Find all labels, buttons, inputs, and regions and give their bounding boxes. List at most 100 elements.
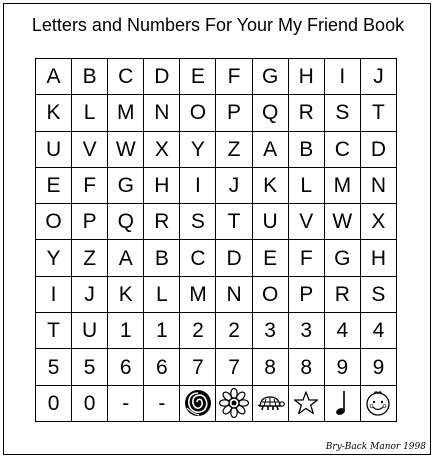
grid-cell: M	[180, 276, 217, 314]
grid-cell: N	[216, 276, 253, 314]
grid-cell: U	[36, 131, 73, 168]
grid-cell: V	[72, 131, 109, 168]
grid-cell-icon	[288, 385, 325, 422]
grid-cell: I	[324, 59, 361, 96]
grid-cell: F	[216, 59, 253, 96]
grid-cell: C	[324, 131, 361, 168]
music-note-icon	[332, 388, 352, 418]
grid-cell: 0	[72, 385, 109, 422]
grid-cell: -	[144, 385, 181, 422]
star-icon	[293, 390, 319, 416]
grid-cell: M	[324, 167, 361, 205]
grid-cell: Q	[252, 95, 289, 132]
grid-cell: 7	[216, 349, 253, 386]
grid-cell: P	[72, 204, 109, 241]
grid-cell: A	[108, 240, 145, 277]
grid-cell: 6	[144, 349, 181, 386]
grid-cell: U	[252, 204, 289, 241]
grid-cell: X	[360, 204, 397, 241]
grid-cell: W	[324, 204, 361, 241]
smiley-face-icon	[365, 389, 391, 417]
grid-cell: D	[216, 240, 253, 277]
grid-cell: B	[144, 240, 181, 277]
grid-cell: H	[360, 240, 397, 277]
grid-cell: P	[216, 95, 253, 132]
grid-cell: N	[144, 95, 181, 132]
grid-cell: H	[144, 167, 181, 205]
grid-cell-icon	[180, 385, 217, 422]
grid-cell: 5	[36, 349, 73, 386]
grid-cell: G	[108, 167, 145, 205]
grid-cell: 5	[72, 349, 109, 386]
grid-cell: X	[144, 131, 181, 168]
grid-cell: B	[288, 131, 325, 168]
grid-cell: -	[108, 385, 145, 422]
grid-cell: F	[288, 240, 325, 277]
grid-cell: T	[216, 204, 253, 241]
grid-cell: F	[72, 167, 109, 205]
rose-icon	[183, 388, 213, 418]
turtle-icon	[255, 393, 285, 413]
grid-cell: 9	[360, 349, 397, 386]
grid-cell: U	[72, 313, 109, 350]
grid-cell: W	[108, 131, 145, 168]
grid-cell: A	[252, 131, 289, 168]
grid-cell: G	[324, 240, 361, 277]
grid-cell: 6	[108, 349, 145, 386]
grid-cell: V	[288, 204, 325, 241]
page-title: Letters and Numbers For Your My Friend B…	[31, 15, 405, 35]
grid-cell: K	[36, 95, 73, 132]
grid-cell: L	[144, 276, 181, 314]
grid-cell: Z	[216, 131, 253, 168]
grid-cell: C	[180, 240, 217, 277]
grid-cell: 8	[252, 349, 289, 386]
grid-cell: Y	[180, 131, 217, 168]
grid-cell: 2	[216, 313, 253, 350]
grid-cell: 4	[324, 313, 361, 350]
grid-cell: D	[360, 131, 397, 168]
grid-cell: S	[180, 204, 217, 241]
grid-cell: O	[252, 276, 289, 314]
grid-cell: S	[360, 276, 397, 314]
grid-cell: M	[108, 95, 145, 132]
grid-cell: K	[252, 167, 289, 205]
grid-cell: E	[36, 167, 73, 205]
grid-cell: Q	[108, 204, 145, 241]
grid-cell: J	[72, 276, 109, 314]
grid-cell: 3	[252, 313, 289, 350]
grid-cell: 1	[144, 313, 181, 350]
grid-cell: O	[36, 204, 73, 241]
grid-cell: T	[360, 95, 397, 132]
grid-cell: E	[252, 240, 289, 277]
grid-cell: Y	[36, 240, 73, 277]
grid-cell: 1	[108, 313, 145, 350]
grid-cell: O	[180, 95, 217, 132]
grid-cell-icon	[216, 385, 253, 422]
grid-cell: 8	[288, 349, 325, 386]
grid-cell: A	[36, 59, 73, 96]
grid-cell: R	[288, 95, 325, 132]
grid-cell: 7	[180, 349, 217, 386]
grid-cell: H	[288, 59, 325, 96]
grid-cell: S	[324, 95, 361, 132]
grid-cell-icon	[252, 385, 289, 422]
grid-cell: 4	[360, 313, 397, 350]
grid-cell-icon	[360, 385, 397, 422]
daisy-icon	[219, 388, 250, 419]
grid-cell: G	[252, 59, 289, 96]
grid-cell: N	[360, 167, 397, 205]
grid-cell: J	[360, 59, 397, 96]
grid-cell: C	[108, 59, 145, 96]
grid-cell: 3	[288, 313, 325, 350]
grid-cell: P	[288, 276, 325, 314]
letter-grid: ABCDEFGHIJKLMNOPQRSTUVWXYZABCDEFGHIJKLMN…	[35, 58, 397, 422]
grid-cell: I	[180, 167, 217, 205]
grid-cell: R	[144, 204, 181, 241]
grid-cell: I	[36, 276, 73, 314]
grid-cell: R	[324, 276, 361, 314]
grid-cell: K	[108, 276, 145, 314]
grid-cell: B	[72, 59, 109, 96]
grid-cell: 0	[36, 385, 73, 422]
credit-signature: Bry-Back Manor 1998	[325, 442, 426, 452]
grid-cell: Z	[72, 240, 109, 277]
